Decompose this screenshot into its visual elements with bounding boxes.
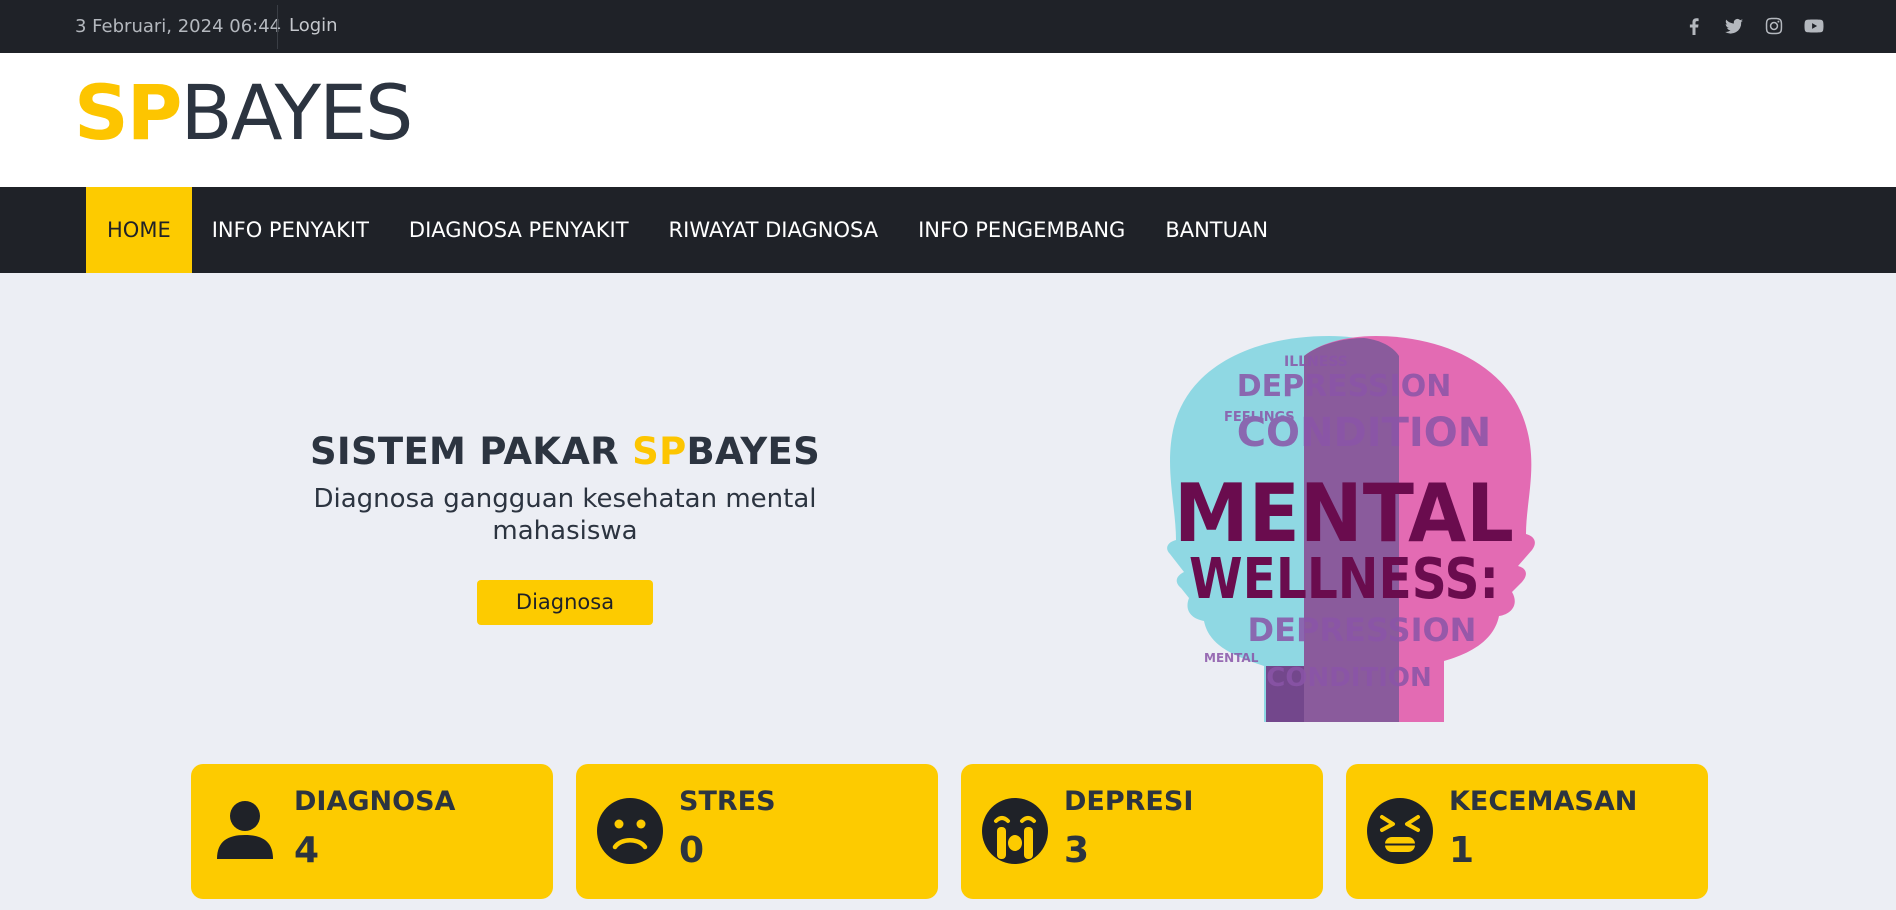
stat-title: STRES — [679, 786, 776, 817]
crying-face-icon — [981, 797, 1049, 865]
user-icon — [211, 797, 279, 865]
anxious-face-icon — [1366, 797, 1434, 865]
illustration-word: DEPRESSION — [1248, 611, 1477, 649]
nav-item-riwayat-diagnosa[interactable]: RIWAYAT DIAGNOSA — [649, 187, 899, 273]
nav-item-home[interactable]: HOME — [86, 187, 192, 273]
illustration-word: CONDITION — [1266, 663, 1431, 693]
sad-face-icon — [596, 797, 664, 865]
illustration-word: DEPRESSION — [1237, 369, 1452, 404]
stat-value: 1 — [1449, 830, 1475, 871]
top-bar: 3 Februari, 2024 06:44 Login — [0, 0, 1896, 53]
twitter-icon[interactable] — [1724, 16, 1744, 36]
illustration-word: ILLNESS — [1284, 354, 1348, 370]
stats-row: DIAGNOSA 4 STRES 0 DEPRESI 3 KECEMASAN 1 — [191, 764, 1709, 899]
stat-card-kecemasan: KECEMASAN 1 — [1346, 764, 1708, 899]
stat-value: 4 — [294, 830, 320, 871]
hero-title-sp: SP — [632, 430, 687, 473]
brand-bar: SPBAYES — [0, 53, 1896, 187]
logo-bayes: BAYES — [180, 68, 413, 157]
nav-item-bantuan[interactable]: BANTUAN — [1145, 187, 1288, 273]
stat-card-depresi: DEPRESI 3 — [961, 764, 1323, 899]
illustration-word: MENTAL — [1204, 651, 1259, 665]
hero-subtitle: Diagnosa gangguan kesehatan mental mahas… — [313, 484, 817, 546]
hero-title-prefix: SISTEM PAKAR — [309, 430, 633, 473]
stat-value: 0 — [679, 830, 705, 871]
stat-title: KECEMASAN — [1449, 786, 1638, 817]
youtube-icon[interactable] — [1804, 16, 1824, 36]
site-logo[interactable]: SPBAYES — [74, 75, 413, 151]
nav-item-info-penyakit[interactable]: INFO PENYAKIT — [192, 187, 389, 273]
facebook-icon[interactable] — [1684, 16, 1704, 36]
stat-title: DIAGNOSA — [294, 786, 456, 817]
hero-title: SISTEM PAKAR SPBAYES — [250, 430, 880, 473]
instagram-icon[interactable] — [1764, 16, 1784, 36]
hero-title-suffix: BAYES — [686, 430, 821, 473]
hero-section: SISTEM PAKAR SPBAYES Diagnosa gangguan k… — [250, 430, 880, 625]
logo-sp: SP — [74, 68, 182, 157]
stat-card-stres: STRES 0 — [576, 764, 938, 899]
main-nav: HOME INFO PENYAKIT DIAGNOSA PENYAKIT RIW… — [0, 187, 1896, 273]
stat-card-diagnosa: DIAGNOSA 4 — [191, 764, 553, 899]
illustration-word-wellness: WELLNESS: — [1189, 547, 1499, 612]
social-links — [1684, 16, 1824, 36]
login-link[interactable]: Login — [289, 15, 338, 36]
mental-wellness-illustration: DEPRESSION CONDITION DEPRESSION CONDITIO… — [1114, 336, 1560, 722]
stat-title: DEPRESI — [1064, 786, 1194, 817]
stat-value: 3 — [1064, 830, 1090, 871]
current-datetime: 3 Februari, 2024 06:44 — [75, 16, 282, 37]
diagnosa-button[interactable]: Diagnosa — [477, 580, 653, 625]
divider — [277, 5, 278, 49]
illustration-word: FEELINGS — [1224, 410, 1295, 425]
nav-item-diagnosa-penyakit[interactable]: DIAGNOSA PENYAKIT — [389, 187, 649, 273]
nav-item-info-pengembang[interactable]: INFO PENGEMBANG — [898, 187, 1145, 273]
